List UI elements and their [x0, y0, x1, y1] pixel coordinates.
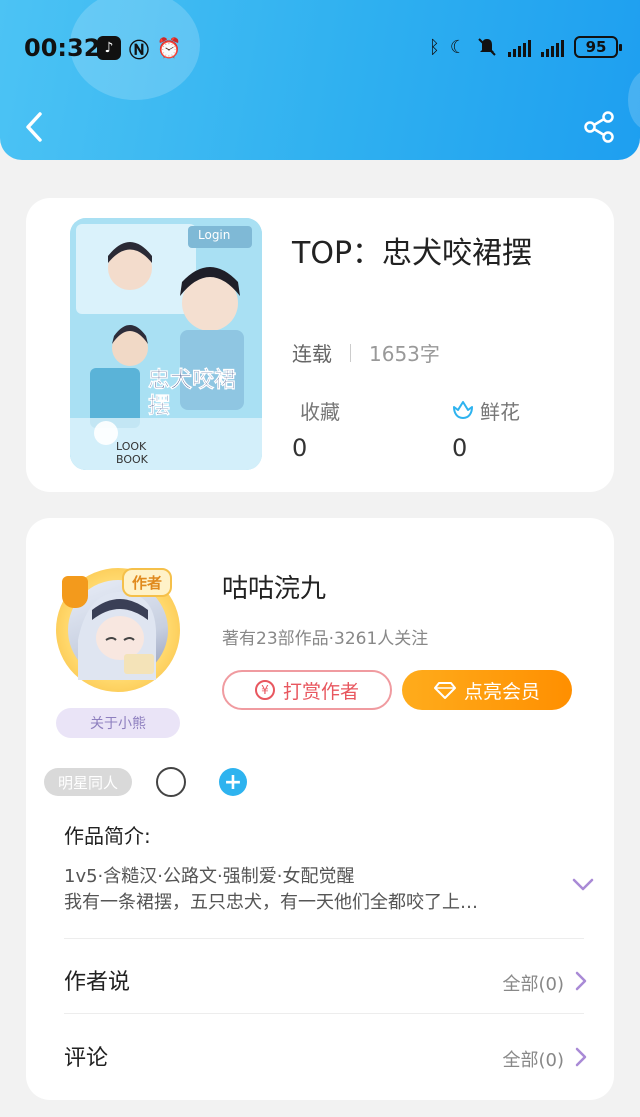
intro-summary[interactable]: 我有一条裙摆，五只忠犬，有一天他们全都咬了上… — [64, 888, 554, 914]
cover-art — [70, 218, 262, 470]
comments-count: 全部(0) — [502, 1050, 565, 1071]
book-cover[interactable]: Login 忠犬咬裙摆 LOOK BOOK — [70, 218, 262, 470]
share-icon[interactable] — [582, 110, 616, 144]
tag-placeholder-circle[interactable] — [156, 767, 186, 797]
decor-bubble — [628, 70, 640, 130]
chevron-right-icon — [575, 1047, 587, 1067]
cover-login-text: Login — [198, 228, 231, 242]
top-header: 00:32 ♪ Ⓝ ⏰ ᛒ ☾ 95 — [0, 0, 640, 160]
author-say-label: 作者说 — [64, 970, 131, 995]
cover-lookbook-text: LOOK BOOK — [116, 440, 148, 466]
status-system-icons: ᛒ ☾ 95 — [429, 36, 622, 58]
author-name[interactable]: 咕咕浣九 — [222, 568, 326, 605]
about-badge[interactable]: 关于小熊 — [56, 708, 180, 738]
comments-label: 评论 — [64, 1046, 109, 1071]
author-say-count: 全部(0) — [502, 974, 565, 995]
alarm-icon: ⏰ — [156, 36, 182, 60]
status-bar: 00:32 ♪ Ⓝ ⏰ ᛒ ☾ 95 — [0, 30, 640, 70]
book-word-count: 1653字 — [369, 342, 440, 366]
signal-icon — [508, 37, 531, 57]
reward-author-button[interactable]: ¥ 打赏作者 — [222, 670, 392, 710]
tag-pill[interactable]: 明星同人 — [44, 768, 133, 796]
tiktok-icon: ♪ — [97, 36, 121, 60]
author-stats: 著有23部作品·3261人关注 — [222, 629, 429, 649]
meta-divider — [350, 343, 351, 362]
book-title: TOP：忠犬咬裙摆 — [292, 236, 533, 271]
add-tag-button[interactable]: + — [219, 768, 247, 796]
mute-icon — [478, 38, 496, 56]
intro-tags-line: 1v5·含糙汉·公路文·强制爱·女配觉醒 — [64, 866, 355, 887]
divider — [64, 938, 584, 939]
status-time: 00:32 — [24, 34, 101, 62]
moon-icon: ☾ — [449, 36, 466, 58]
divider — [64, 1013, 584, 1014]
activate-vip-button[interactable]: 点亮会员 — [402, 670, 572, 710]
diamond-icon — [433, 682, 456, 699]
book-status: 连载 — [292, 342, 332, 366]
author-card: 作者 关于小熊 咕咕浣九 著有23部作品·3261人关注 ¥ 打赏作者 点亮会员… — [26, 518, 614, 1100]
cover-title-text: 忠犬咬裙摆 — [148, 368, 237, 420]
signal-icon — [541, 37, 564, 57]
flower-icon — [453, 401, 473, 419]
book-info-card: Login 忠犬咬裙摆 LOOK BOOK TOP：忠犬咬裙摆 连载 1653字… — [26, 198, 614, 492]
about-label: 关于小熊 — [90, 716, 146, 732]
status-app-icons: ♪ Ⓝ ⏰ — [97, 36, 182, 62]
reward-label: 打赏作者 — [282, 680, 359, 703]
back-icon[interactable] — [20, 110, 50, 144]
favorites-count: 0 — [292, 434, 308, 462]
bluetooth-icon: ᛒ — [429, 36, 440, 58]
yen-icon: ¥ — [254, 680, 275, 700]
intro-title: 作品简介: — [64, 824, 151, 848]
author-medal-icon — [62, 576, 88, 608]
chevron-down-icon[interactable] — [572, 878, 594, 892]
flowers-count: 0 — [452, 434, 468, 462]
flowers-label[interactable]: 鲜花 — [480, 396, 520, 425]
vip-label: 点亮会员 — [463, 680, 540, 703]
battery-indicator: 95 — [574, 36, 622, 58]
book-meta: 连载 1653字 — [292, 338, 440, 367]
author-badge: 作者 — [122, 568, 173, 597]
chevron-right-icon — [575, 971, 587, 991]
nfc-icon: Ⓝ — [129, 37, 149, 62]
favorites-label[interactable]: 收藏 — [300, 396, 340, 425]
